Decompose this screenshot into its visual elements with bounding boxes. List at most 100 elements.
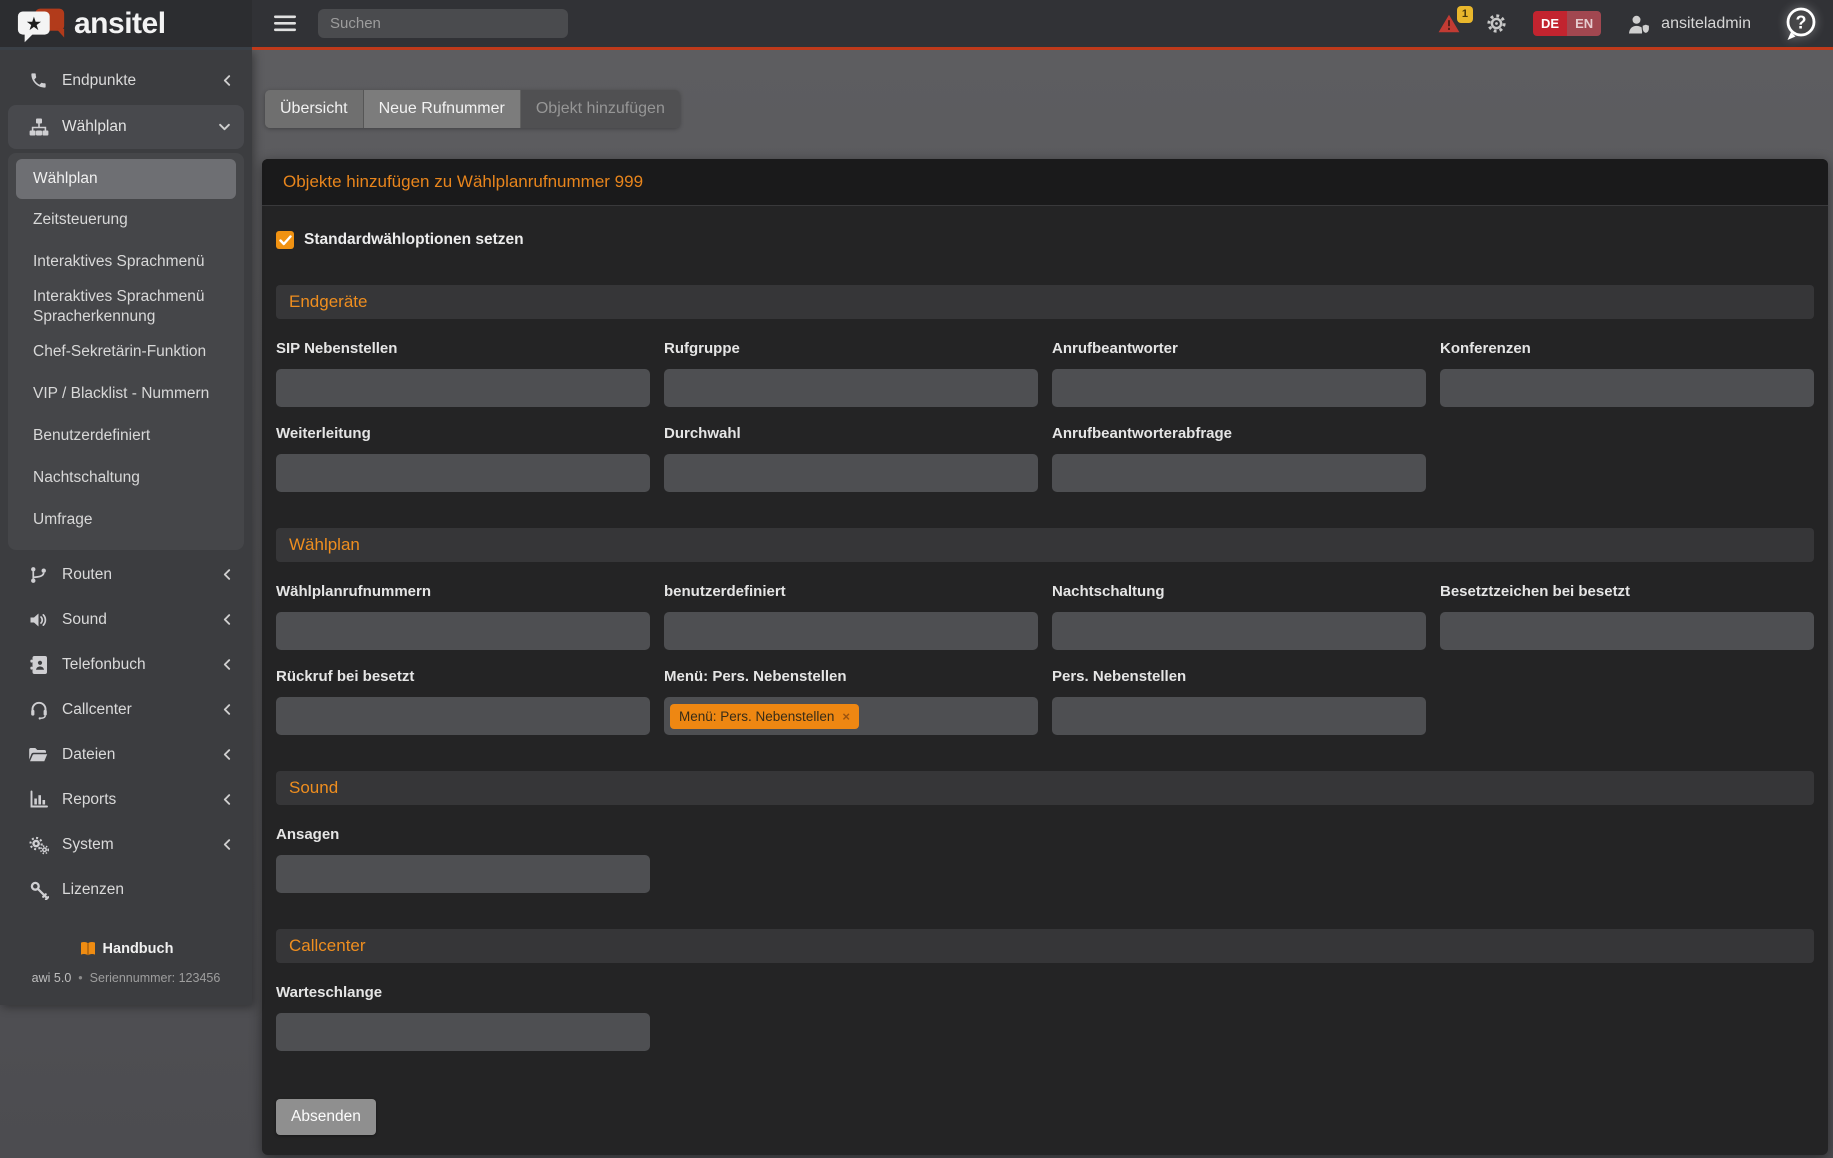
input-benutzerdefiniert[interactable] xyxy=(664,612,1038,650)
sidebar-item-lizenzen[interactable]: Lizenzen xyxy=(0,867,252,912)
sidebar-group-wählplan: WählplanWählplanZeitsteuerungInteraktive… xyxy=(8,105,244,550)
volume-icon xyxy=(28,610,49,630)
sidebar-subitem-interaktives-sprachmenü[interactable]: Interaktives Sprachmenü xyxy=(16,241,236,283)
search-input[interactable] xyxy=(318,9,568,38)
input-anrufbeantworter[interactable] xyxy=(1052,369,1426,407)
sidebar-subitem-chef-sekretärin-funktion[interactable]: Chef-Sekretärin-Funktion xyxy=(16,331,236,373)
brand-name: ansitel xyxy=(74,7,166,41)
remove-tag-icon[interactable]: × xyxy=(842,709,850,724)
input-pers-nebenstellen[interactable] xyxy=(1052,697,1426,735)
sidebar-subitem-wählplan[interactable]: Wählplan xyxy=(16,159,236,199)
sidebar-item-label: Callcenter xyxy=(62,701,132,719)
input-nachtschaltung[interactable] xyxy=(1052,612,1426,650)
input-sip-nebenstellen[interactable] xyxy=(276,369,650,407)
sidebar-item-label: Dateien xyxy=(62,746,115,764)
section-sound: SoundAnsagen xyxy=(276,771,1814,893)
question-mark-icon: ? xyxy=(1783,5,1819,43)
chevron-down-icon xyxy=(217,120,232,134)
user-shield-icon xyxy=(1627,14,1652,34)
sidebar-subitem-nachtschaltung[interactable]: Nachtschaltung xyxy=(16,457,236,499)
field-label: Anrufbeantworterabfrage xyxy=(1052,425,1426,442)
sidebar-item-wählplan[interactable]: Wählplan xyxy=(8,105,244,149)
sidebar-item-system[interactable]: System xyxy=(0,822,252,867)
chevron-left-icon xyxy=(220,702,234,717)
phone-icon xyxy=(28,71,49,90)
headset-icon xyxy=(28,699,49,720)
alerts-button[interactable]: 1 xyxy=(1438,14,1460,33)
sidebar-item-dateien[interactable]: Dateien xyxy=(0,732,252,777)
lang-de-button[interactable]: DE xyxy=(1533,11,1567,36)
hamburger-menu-icon[interactable] xyxy=(274,15,296,32)
handbuch-link[interactable]: Handbuch xyxy=(79,940,174,957)
input-ansagen[interactable] xyxy=(276,855,650,893)
sidebar-item-routen[interactable]: Routen xyxy=(0,552,252,597)
section-header: Endgeräte xyxy=(276,285,1814,319)
tab-objekt-hinzufügen[interactable]: Objekt hinzufügen xyxy=(521,90,680,128)
gears-icon xyxy=(28,834,49,855)
version-info: awi 5.0•Seriennummer: 123456 xyxy=(0,971,252,985)
sidebar-item-callcenter[interactable]: Callcenter xyxy=(0,687,252,732)
tab-übersicht[interactable]: Übersicht xyxy=(265,90,364,128)
input-weiterleitung[interactable] xyxy=(276,454,650,492)
sidebar-subitem-benutzerdefiniert[interactable]: Benutzerdefiniert xyxy=(16,415,236,457)
folder-open-icon xyxy=(28,745,49,764)
sidebar-item-sound[interactable]: Sound xyxy=(0,597,252,642)
sidebar-item-reports[interactable]: Reports xyxy=(0,777,252,822)
selected-tag[interactable]: Menü: Pers. Nebenstellen × xyxy=(670,704,859,729)
lang-en-button[interactable]: EN xyxy=(1567,11,1601,36)
topbar: ★ ansitel 1 xyxy=(0,0,1833,47)
settings-gear-icon[interactable] xyxy=(1486,13,1507,34)
chevron-left-icon xyxy=(220,792,234,807)
input-rufgruppe[interactable] xyxy=(664,369,1038,407)
sidebar-item-label: System xyxy=(62,836,114,854)
sidebar-subitem-vip-blacklist-nummern[interactable]: VIP / Blacklist - Nummern xyxy=(16,373,236,415)
default-options-checkbox[interactable] xyxy=(276,231,294,249)
tab-neue-rufnummer[interactable]: Neue Rufnummer xyxy=(364,90,521,128)
input-warteschlange[interactable] xyxy=(276,1013,650,1051)
field-label: Menü: Pers. Nebenstellen xyxy=(664,668,1038,685)
section-title: Wählplan xyxy=(289,535,360,555)
field-label: Wählplanrufnummern xyxy=(276,583,650,600)
default-options-label: Standardwähloptionen setzen xyxy=(304,231,524,249)
input-rückruf-bei-besetzt[interactable] xyxy=(276,697,650,735)
section-title: Sound xyxy=(289,778,338,798)
sidebar-item-label: Reports xyxy=(62,791,116,809)
input-menü-pers-nebenstellen[interactable]: Menü: Pers. Nebenstellen × xyxy=(664,697,1038,735)
field-label: Konferenzen xyxy=(1440,340,1814,357)
version-label: awi 5.0 xyxy=(32,971,72,985)
field-label: Besetztzeichen bei besetzt xyxy=(1440,583,1814,600)
chevron-left-icon xyxy=(220,657,234,672)
sidebar-item-label: Telefonbuch xyxy=(62,656,146,674)
form-field: Wählplanrufnummern xyxy=(276,583,650,650)
content-panel: Objekte hinzufügen zu Wählplanrufnummer … xyxy=(262,159,1828,1155)
help-button[interactable]: ? xyxy=(1783,5,1819,43)
input-durchwahl[interactable] xyxy=(664,454,1038,492)
input-anrufbeantworterabfrage[interactable] xyxy=(1052,454,1426,492)
sidebar-item-label: Wählplan xyxy=(62,118,127,136)
checkmark-icon xyxy=(279,235,292,246)
brand-logo[interactable]: ★ ansitel xyxy=(0,0,252,47)
section-title: Endgeräte xyxy=(289,292,367,312)
section-endgeräte: EndgeräteSIP NebenstellenRufgruppeAnrufb… xyxy=(276,285,1814,492)
input-wählplanrufnummern[interactable] xyxy=(276,612,650,650)
field-label: Pers. Nebenstellen xyxy=(1052,668,1426,685)
sidebar-item-telefonbuch[interactable]: Telefonbuch xyxy=(0,642,252,687)
user-menu[interactable]: ansiteladmin xyxy=(1627,14,1751,34)
field-label: Anrufbeantworter xyxy=(1052,340,1426,357)
form-field: Rückruf bei besetzt xyxy=(276,668,650,735)
code-branch-icon xyxy=(28,565,49,585)
input-besetztzeichen-bei-besetzt[interactable] xyxy=(1440,612,1814,650)
tag-label: Menü: Pers. Nebenstellen xyxy=(679,709,834,724)
sidebar: EndpunkteWählplanWählplanZeitsteuerungIn… xyxy=(0,50,252,1005)
sidebar-subitem-zeitsteuerung[interactable]: Zeitsteuerung xyxy=(16,199,236,241)
input-konferenzen[interactable] xyxy=(1440,369,1814,407)
section-header: Callcenter xyxy=(276,929,1814,963)
sidebar-subitem-umfrage[interactable]: Umfrage xyxy=(16,499,236,541)
field-grid: Warteschlange xyxy=(276,984,1814,1051)
sidebar-subitem-interaktives-sprachmenü-spracherkennung[interactable]: Interaktives Sprachmenü Spracherkennung xyxy=(16,283,236,331)
field-label: Rückruf bei besetzt xyxy=(276,668,650,685)
form-field: Warteschlange xyxy=(276,984,650,1051)
submit-button[interactable]: Absenden xyxy=(276,1099,376,1135)
sidebar-item-endpunkte[interactable]: Endpunkte xyxy=(0,58,252,103)
chart-icon xyxy=(28,790,49,809)
